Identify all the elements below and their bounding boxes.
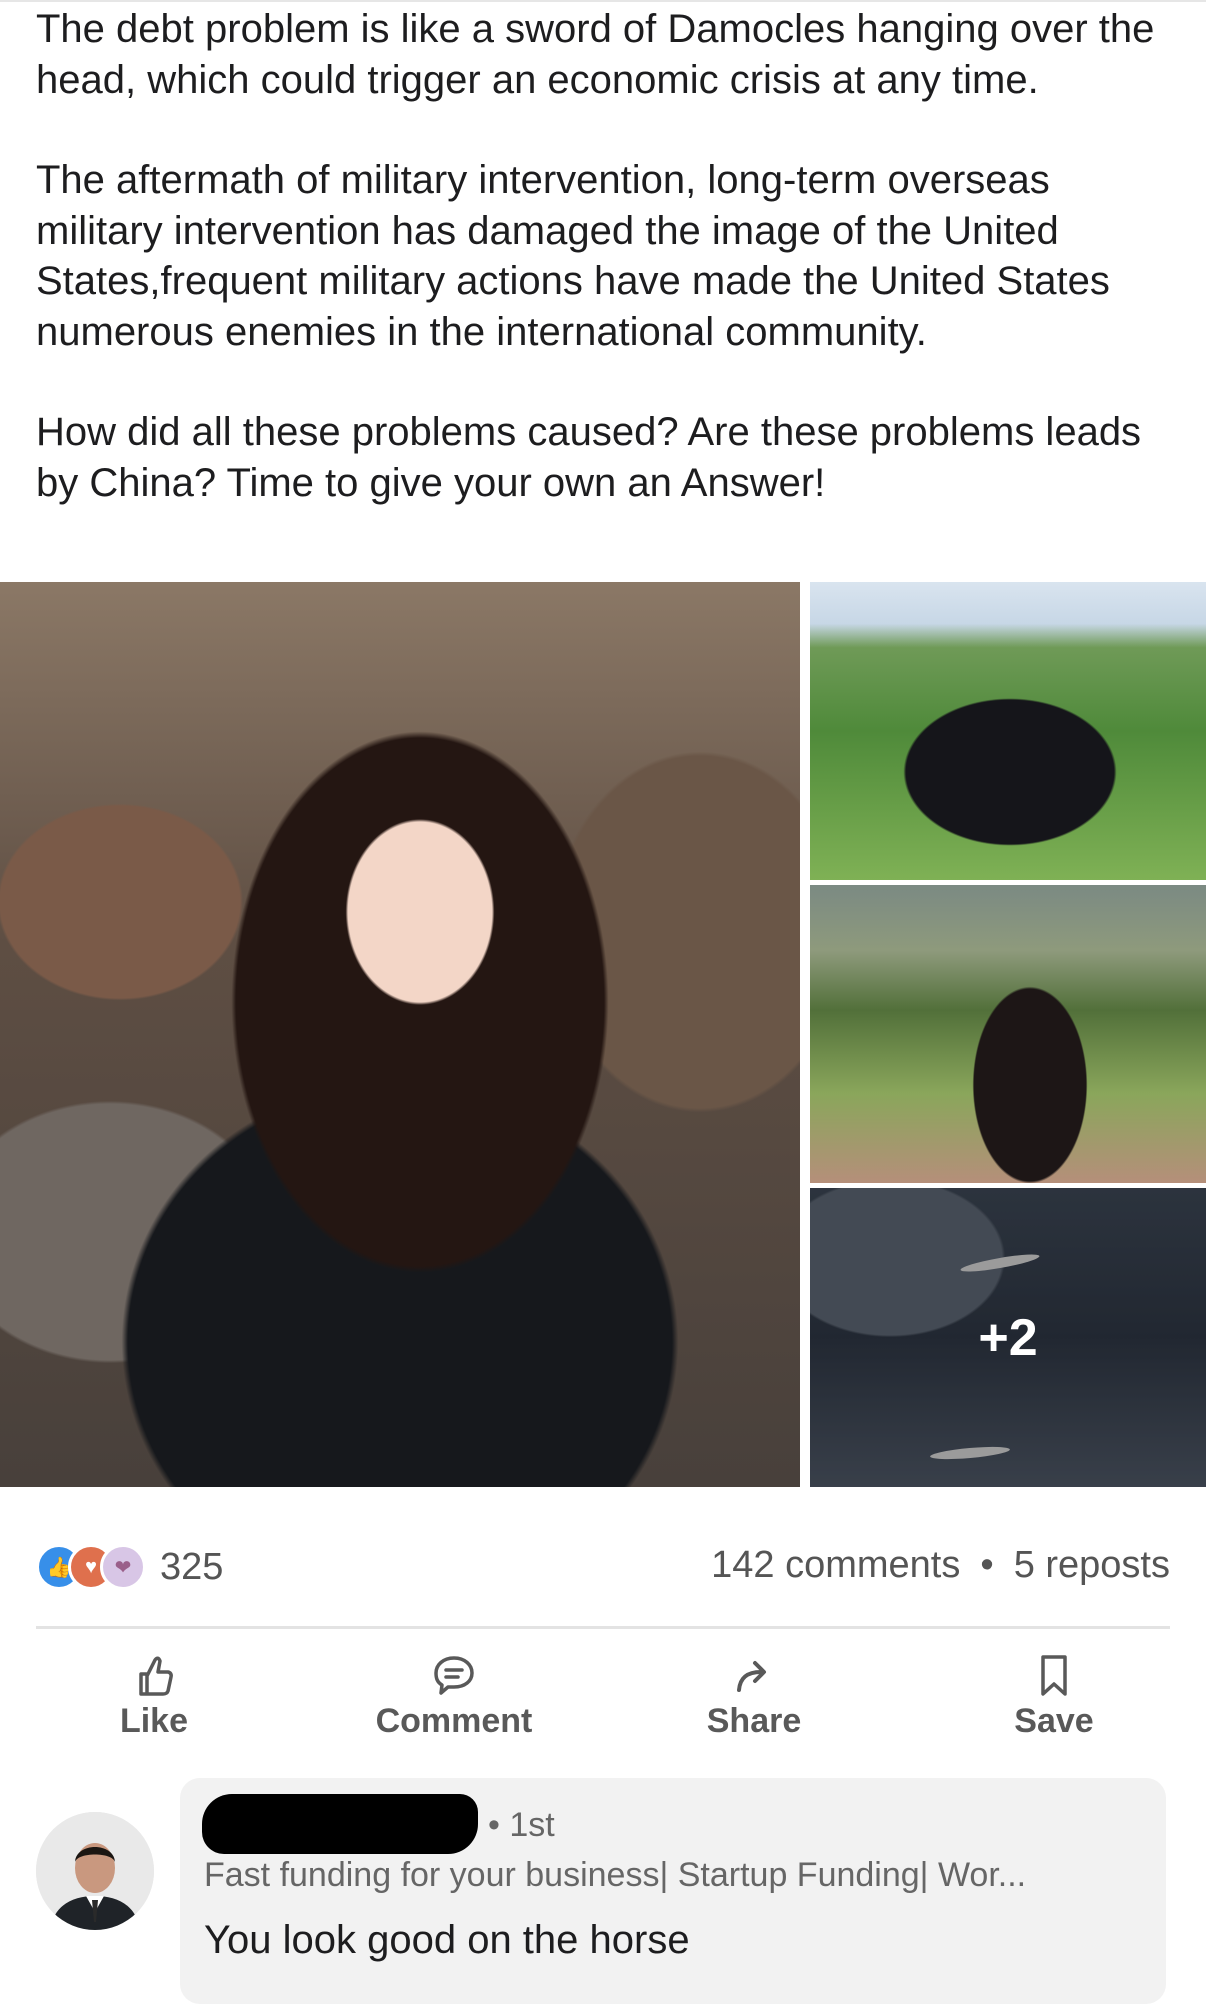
more-photos-count[interactable]: +2: [810, 1188, 1206, 1487]
comment-bubble: • 1st Fast funding for your business| St…: [180, 1778, 1166, 2004]
reactions-summary[interactable]: 👍 ♥ ❤ 325: [36, 1544, 223, 1590]
top-divider: [0, 0, 1206, 2]
post-text: The debt problem is like a sword of Damo…: [36, 4, 1176, 508]
action-bar: Like Comment Share Save: [0, 1640, 1206, 1750]
comments-count-link[interactable]: 142 comments: [711, 1544, 960, 1586]
comment-item: • 1st Fast funding for your business| St…: [0, 1778, 1206, 2015]
main-photo[interactable]: [0, 582, 800, 1487]
comment-label: Comment: [375, 1702, 533, 1740]
comment-button[interactable]: Comment: [354, 1652, 554, 1741]
comment-text: You look good on the horse: [204, 1918, 690, 1962]
separator-dot: •: [980, 1544, 994, 1586]
support-reaction-icon: ❤: [100, 1544, 146, 1590]
post-paragraph-1: The debt problem is like a sword of Damo…: [36, 7, 1155, 102]
horse-photo-1[interactable]: [810, 582, 1206, 880]
share-button[interactable]: Share: [654, 1652, 854, 1741]
commenter-headline: Fast funding for your business| Startup …: [204, 1856, 1027, 1894]
stats-divider: [36, 1626, 1170, 1629]
connection-degree: • 1st: [488, 1806, 555, 1844]
post-paragraph-2: The aftermath of military intervention, …: [36, 158, 1110, 354]
save-label: Save: [1014, 1702, 1094, 1740]
comments-reposts: 142 comments • 5 reposts: [711, 1544, 1170, 1587]
thumbs-up-icon: [54, 1652, 254, 1698]
comment-icon: [354, 1652, 554, 1698]
like-label: Like: [119, 1702, 189, 1740]
reposts-count-link[interactable]: 5 reposts: [1014, 1544, 1170, 1586]
commenter-avatar[interactable]: [36, 1812, 154, 1930]
like-button[interactable]: Like: [54, 1652, 254, 1741]
post-paragraph-3: How did all these problems caused? Are t…: [36, 410, 1142, 505]
horse-photo-2[interactable]: [810, 885, 1206, 1183]
reaction-count: 325: [160, 1545, 224, 1588]
save-button[interactable]: Save: [954, 1652, 1154, 1741]
post-stats: 👍 ♥ ❤ 325 142 comments • 5 reposts: [36, 1544, 1170, 1594]
share-label: Share: [706, 1702, 802, 1740]
share-arrow-icon: [654, 1652, 854, 1698]
redacted-name: [202, 1794, 478, 1854]
birds-photo[interactable]: +2: [810, 1188, 1206, 1487]
bookmark-icon: [954, 1652, 1154, 1698]
photo-gallery: +2: [0, 582, 1206, 1487]
